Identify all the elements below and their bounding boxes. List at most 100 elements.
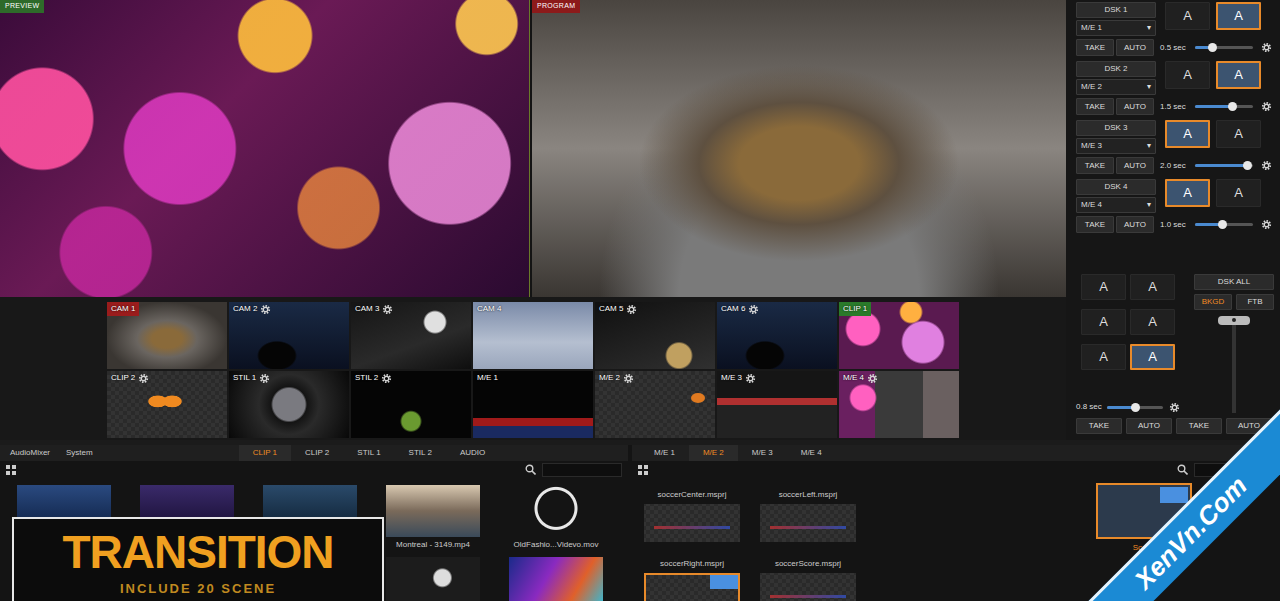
library-tab[interactable]: STIL 1: [343, 445, 394, 461]
gear-icon[interactable]: [1261, 101, 1272, 112]
duration-slider[interactable]: [1195, 105, 1253, 108]
auto-button[interactable]: AUTO: [1116, 216, 1154, 233]
take-button[interactable]: TAKE: [1076, 39, 1114, 56]
search-icon[interactable]: [525, 463, 536, 477]
gear-icon[interactable]: [260, 304, 271, 315]
dsk-a-button[interactable]: A: [1216, 2, 1261, 30]
auto-button[interactable]: AUTO: [1116, 39, 1154, 56]
dsk-button[interactable]: DSK 4: [1076, 179, 1156, 195]
gear-icon[interactable]: [745, 373, 756, 384]
transition-a-button[interactable]: A: [1081, 309, 1126, 335]
t-bar-handle[interactable]: [1218, 316, 1250, 325]
ftb-button[interactable]: FTB: [1236, 294, 1274, 310]
library-tab[interactable]: STIL 2: [395, 445, 446, 461]
project-item[interactable]: soccerCenter.msprj: [644, 489, 740, 542]
take-button[interactable]: TAKE: [1076, 418, 1122, 434]
file-item[interactable]: [509, 557, 603, 601]
slider-knob[interactable]: [1218, 220, 1227, 229]
gear-icon[interactable]: [382, 304, 393, 315]
bkgd-button[interactable]: BKGD: [1194, 294, 1232, 310]
me-tab[interactable]: M/E 3: [738, 445, 787, 461]
grid-view-icon[interactable]: [638, 463, 648, 477]
dsk-source-dropdown[interactable]: M/E 1▾: [1076, 20, 1156, 36]
slider-knob[interactable]: [1131, 403, 1140, 412]
slider-knob[interactable]: [1243, 161, 1252, 170]
search-field[interactable]: [542, 463, 622, 477]
source-tile[interactable]: CLIP 1: [839, 302, 959, 369]
auto-button[interactable]: AUTO: [1126, 418, 1172, 434]
dsk-a-button[interactable]: A: [1216, 120, 1261, 148]
gear-icon[interactable]: [1261, 160, 1272, 171]
source-tile[interactable]: M/E 4: [839, 371, 959, 438]
gear-icon[interactable]: [623, 373, 634, 384]
slider-knob[interactable]: [1208, 43, 1217, 52]
auto-button[interactable]: AUTO: [1116, 98, 1154, 115]
transition-a-button[interactable]: A: [1130, 344, 1175, 370]
source-tile[interactable]: M/E 1: [473, 371, 593, 438]
gear-icon[interactable]: [1169, 402, 1180, 413]
source-tile[interactable]: CAM 2: [229, 302, 349, 369]
take-button[interactable]: TAKE: [1076, 157, 1114, 174]
me-tab[interactable]: M/E 1: [640, 445, 689, 461]
dsk-source-dropdown[interactable]: M/E 4▾: [1076, 197, 1156, 213]
take-button[interactable]: TAKE: [1076, 216, 1114, 233]
dsk-source-dropdown[interactable]: M/E 2▾: [1076, 79, 1156, 95]
source-tile[interactable]: CAM 1: [107, 302, 227, 369]
duration-slider[interactable]: [1195, 46, 1253, 49]
menu-item[interactable]: System: [56, 445, 99, 461]
file-item[interactable]: OldFashio...Videvo.mov: [509, 485, 603, 551]
file-item[interactable]: Montreal - 3149.mp4: [386, 485, 480, 551]
source-tile[interactable]: M/E 3: [717, 371, 837, 438]
dsk-a-button[interactable]: A: [1165, 61, 1210, 89]
duration-slider[interactable]: [1195, 223, 1253, 226]
duration-slider[interactable]: [1195, 164, 1253, 167]
source-tile[interactable]: CAM 3: [351, 302, 471, 369]
project-item[interactable]: soccerRight.msprj: [644, 558, 740, 601]
slider-knob[interactable]: [1228, 102, 1237, 111]
gear-icon[interactable]: [1261, 219, 1272, 230]
take-button[interactable]: TAKE: [1176, 418, 1222, 434]
transition-a-button[interactable]: A: [1081, 344, 1126, 370]
dsk-a-button[interactable]: A: [1165, 120, 1210, 148]
file-item[interactable]: [386, 557, 480, 601]
grid-view-icon[interactable]: [6, 463, 16, 477]
take-button[interactable]: TAKE: [1076, 98, 1114, 115]
gear-icon[interactable]: [748, 304, 759, 315]
project-item[interactable]: soccerLeft.msprj: [760, 489, 856, 542]
me-tab[interactable]: M/E 2: [689, 445, 738, 461]
gear-icon[interactable]: [626, 304, 637, 315]
dsk-a-button[interactable]: A: [1165, 179, 1210, 207]
gear-icon[interactable]: [1261, 42, 1272, 53]
library-tab[interactable]: CLIP 1: [239, 445, 291, 461]
search-icon[interactable]: [1177, 463, 1188, 477]
source-tile[interactable]: CAM 6: [717, 302, 837, 369]
menu-item[interactable]: AudioMixer: [0, 445, 56, 461]
dsk-a-button[interactable]: A: [1165, 2, 1210, 30]
gear-icon[interactable]: [381, 373, 392, 384]
dsk-source-dropdown[interactable]: M/E 3▾: [1076, 138, 1156, 154]
dsk-a-button[interactable]: A: [1216, 179, 1261, 207]
me-tab[interactable]: M/E 4: [787, 445, 836, 461]
library-tab[interactable]: CLIP 2: [291, 445, 343, 461]
gear-icon[interactable]: [259, 373, 270, 384]
dsk-all-button[interactable]: DSK ALL: [1194, 274, 1274, 290]
library-tab[interactable]: AUDIO: [446, 445, 499, 461]
transition-a-button[interactable]: A: [1130, 274, 1175, 300]
source-tile[interactable]: CAM 5: [595, 302, 715, 369]
transition-a-button[interactable]: A: [1081, 274, 1126, 300]
source-tile[interactable]: CAM 4: [473, 302, 593, 369]
transition-a-button[interactable]: A: [1130, 309, 1175, 335]
gear-icon[interactable]: [138, 373, 149, 384]
source-tile[interactable]: CLIP 2: [107, 371, 227, 438]
project-item[interactable]: soccerScore.msprj: [760, 558, 856, 601]
dsk-button[interactable]: DSK 3: [1076, 120, 1156, 136]
dsk-button[interactable]: DSK 2: [1076, 61, 1156, 77]
dsk-a-button[interactable]: A: [1216, 61, 1261, 89]
source-tile[interactable]: M/E 2: [595, 371, 715, 438]
auto-button[interactable]: AUTO: [1116, 157, 1154, 174]
duration-slider[interactable]: [1107, 406, 1163, 409]
source-tile[interactable]: STIL 2: [351, 371, 471, 438]
gear-icon[interactable]: [867, 373, 878, 384]
dsk-button[interactable]: DSK 1: [1076, 2, 1156, 18]
source-tile[interactable]: STIL 1: [229, 371, 349, 438]
